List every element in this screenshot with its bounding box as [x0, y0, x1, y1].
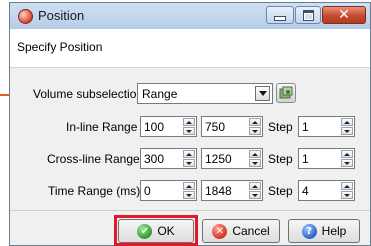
- spin-up-icon[interactable]: [183, 118, 195, 126]
- spin-up-icon[interactable]: [341, 150, 353, 158]
- volume-tool-icon: [279, 86, 293, 99]
- help-icon: ?: [301, 223, 317, 239]
- minimize-icon: [274, 15, 286, 21]
- crossline-range-from-value: 300: [144, 152, 165, 166]
- maximize-button[interactable]: [295, 6, 321, 24]
- spin-down-icon[interactable]: [341, 159, 353, 167]
- spin-up-icon[interactable]: [183, 150, 195, 158]
- cancel-button-label: Cancel: [232, 224, 270, 238]
- inline-range-to-value: 750: [205, 120, 226, 134]
- crossline-range-from[interactable]: 300: [140, 148, 197, 169]
- minimize-button[interactable]: [266, 6, 294, 24]
- spin-down-icon[interactable]: [341, 127, 353, 135]
- spin-down-icon[interactable]: [183, 159, 195, 167]
- spin-up-icon[interactable]: [249, 150, 261, 158]
- crossline-range-to[interactable]: 1250: [201, 148, 263, 169]
- spin-up-icon[interactable]: [249, 118, 261, 126]
- spin-up-icon[interactable]: [249, 182, 261, 190]
- time-step-value: 4: [302, 184, 309, 198]
- help-button-label: Help: [321, 224, 347, 238]
- spin-up-icon[interactable]: [341, 118, 353, 126]
- inline-range-from-value: 100: [144, 120, 165, 134]
- crossline-range-label: Cross-line Range: [47, 152, 140, 166]
- time-range-from-value: 0: [144, 184, 151, 198]
- position-dialog: Position ✕ Specify Position Volume subse…: [9, 2, 371, 246]
- window-title: Position: [38, 8, 85, 23]
- inline-range-label: In-line Range: [66, 120, 138, 134]
- dialog-subtitle: Specify Position: [17, 40, 103, 54]
- time-range-label: Time Range (ms): [48, 184, 141, 198]
- maximize-icon: [302, 9, 314, 21]
- inline-step-label: Step: [268, 120, 293, 134]
- crossline-range-to-value: 1250: [205, 152, 232, 166]
- spin-down-icon[interactable]: [183, 191, 195, 199]
- crossline-step-label: Step: [268, 152, 293, 166]
- time-step[interactable]: 4: [298, 180, 355, 201]
- header-panel: Specify Position: [10, 29, 370, 68]
- time-range-to[interactable]: 1848: [201, 180, 263, 201]
- crossline-step[interactable]: 1: [298, 148, 355, 169]
- spin-up-icon[interactable]: [183, 182, 195, 190]
- spin-down-icon[interactable]: [249, 127, 261, 135]
- cancel-button[interactable]: ✕ Cancel: [202, 219, 280, 243]
- footer-divider: [10, 210, 370, 211]
- cancel-icon: ✕: [212, 223, 228, 239]
- volume-tool-button[interactable]: [276, 83, 296, 103]
- spin-down-icon[interactable]: [249, 159, 261, 167]
- inline-step-value: 1: [302, 120, 309, 134]
- spin-down-icon[interactable]: [183, 127, 195, 135]
- inline-range-to[interactable]: 750: [201, 116, 263, 137]
- time-range-from[interactable]: 0: [140, 180, 197, 201]
- inline-range-from[interactable]: 100: [140, 116, 197, 137]
- help-button[interactable]: ? Help: [288, 219, 360, 243]
- close-icon: ✕: [338, 7, 350, 23]
- time-step-label: Step: [268, 184, 293, 198]
- crossline-step-value: 1: [302, 152, 309, 166]
- volume-subselection-label: Volume subselection: [33, 87, 144, 101]
- spin-up-icon[interactable]: [341, 182, 353, 190]
- volume-subselection-value: Range: [142, 87, 178, 101]
- chevron-down-icon[interactable]: [255, 86, 270, 101]
- spin-down-icon[interactable]: [341, 191, 353, 199]
- app-icon: [18, 9, 33, 24]
- time-range-to-value: 1848: [205, 184, 232, 198]
- spin-down-icon[interactable]: [249, 191, 261, 199]
- inline-step[interactable]: 1: [298, 116, 355, 137]
- ok-highlight-box: [114, 215, 198, 246]
- close-button[interactable]: ✕: [322, 6, 366, 24]
- title-bar[interactable]: Position ✕: [10, 3, 370, 29]
- volume-subselection-select[interactable]: Range: [137, 83, 273, 104]
